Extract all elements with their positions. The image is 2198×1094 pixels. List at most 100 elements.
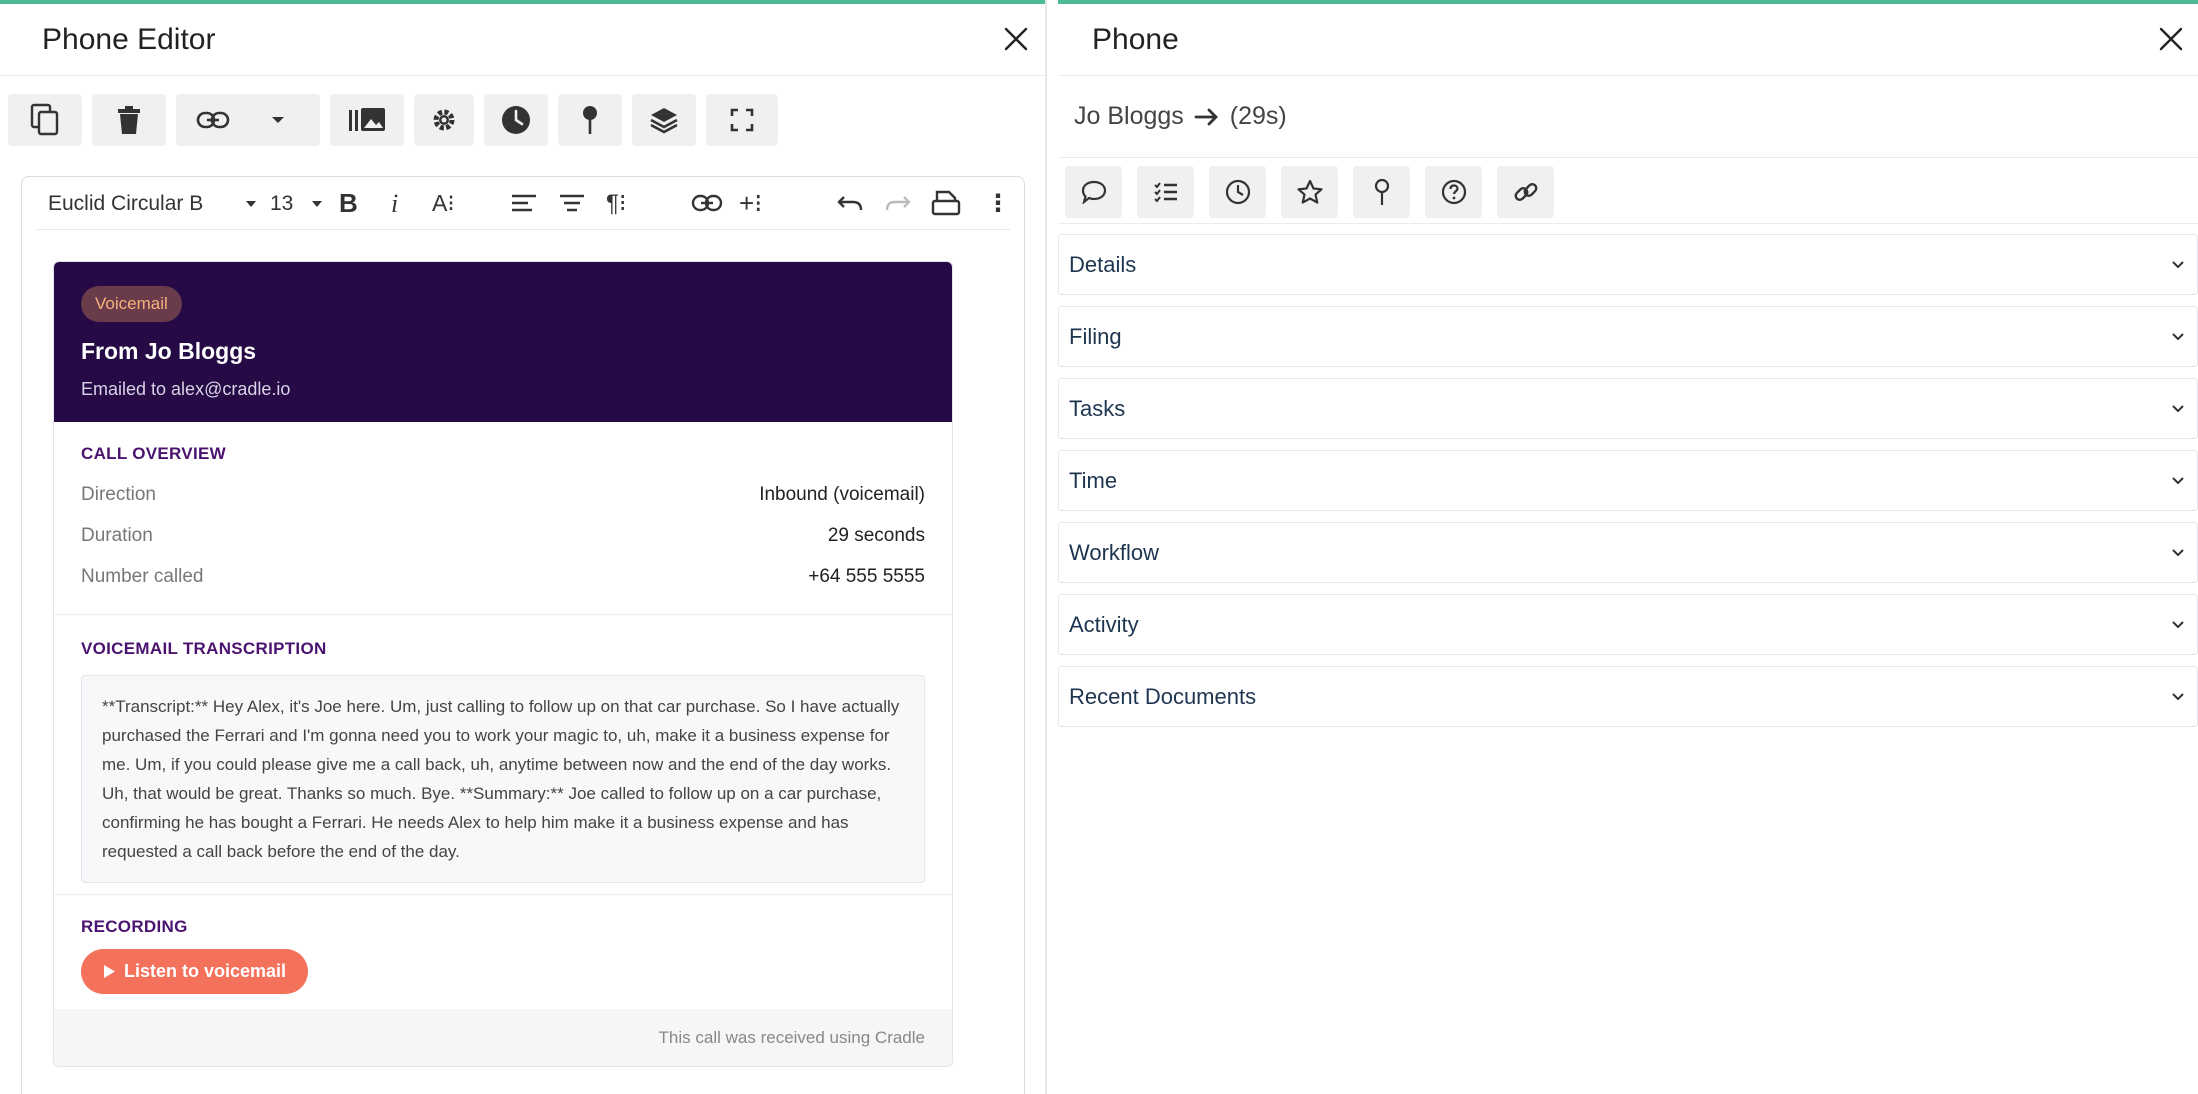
link-button[interactable] xyxy=(176,94,320,146)
bold-button[interactable]: B xyxy=(339,177,358,230)
history-button[interactable] xyxy=(484,94,548,146)
trash-icon xyxy=(118,106,140,134)
section-title: Details xyxy=(1069,251,1137,277)
row-key: Direction xyxy=(81,483,156,505)
link-icon xyxy=(196,111,230,129)
copy-button[interactable] xyxy=(8,94,82,146)
phone-sections: Details Filing Tasks Time Workflow Activ… xyxy=(1058,234,2198,727)
align-left-icon[interactable] xyxy=(510,191,538,215)
font-family-select[interactable]: Euclid Circular B xyxy=(48,177,203,230)
layers-icon xyxy=(650,108,678,134)
phone-editor-header: Phone Editor xyxy=(0,4,1045,76)
tasks-button[interactable] xyxy=(1137,166,1194,218)
section-filing[interactable]: Filing xyxy=(1058,306,2198,367)
close-editor-button[interactable] xyxy=(999,22,1033,56)
transcription-label: VOICEMAIL TRANSCRIPTION xyxy=(81,639,327,658)
link-button[interactable] xyxy=(1497,166,1554,218)
call-overview-section: CALL OVERVIEW Direction Inbound (voicema… xyxy=(54,422,952,615)
format-toolbar: Euclid Circular B 13 B i A⁝ ¶⁝ +⁝ ⋮ xyxy=(36,177,1010,230)
copy-icon xyxy=(30,103,59,136)
play-icon xyxy=(104,965,115,978)
insert-button[interactable]: +⁝ xyxy=(739,177,762,230)
voicemail-email-preview: Voicemail From Jo Bloggs Emailed to alex… xyxy=(53,261,953,1067)
listen-voicemail-label: Listen to voicemail xyxy=(124,961,287,981)
row-key: Duration xyxy=(81,524,153,546)
align-center-icon[interactable] xyxy=(558,191,586,215)
help-icon xyxy=(1441,179,1466,205)
row-value: Inbound (voicemail) xyxy=(759,483,925,505)
gear-icon xyxy=(433,109,455,131)
panel-divider[interactable] xyxy=(1045,0,1058,1094)
pin-icon xyxy=(1374,178,1389,205)
section-recent-documents[interactable]: Recent Documents xyxy=(1058,666,2198,727)
call-summary: Jo Bloggs (29s) xyxy=(1058,76,2198,158)
transcription-section: VOICEMAIL TRANSCRIPTION **Transcript:** … xyxy=(54,615,952,895)
email-header: Voicemail From Jo Bloggs Emailed to alex… xyxy=(54,262,952,422)
redo-icon[interactable] xyxy=(884,193,912,213)
section-title: Tasks xyxy=(1069,395,1126,421)
print-icon[interactable] xyxy=(931,189,961,217)
section-title: Time xyxy=(1069,467,1118,493)
recording-section: RECORDING Listen to voicemail xyxy=(54,895,952,1013)
chevron-down-icon[interactable] xyxy=(311,199,323,209)
link-icon[interactable] xyxy=(691,193,723,213)
font-size-select[interactable]: 13 xyxy=(270,177,293,230)
chevron-down-icon xyxy=(2172,333,2184,341)
phone-actions-bar xyxy=(1058,158,2198,224)
italic-button[interactable]: i xyxy=(391,177,398,230)
section-activity[interactable]: Activity xyxy=(1058,594,2198,655)
phone-header: Phone xyxy=(1058,4,2198,76)
favourite-button[interactable] xyxy=(1281,166,1338,218)
comment-icon xyxy=(1081,180,1106,204)
section-workflow[interactable]: Workflow xyxy=(1058,522,2198,583)
more-options-button[interactable]: ⋮ xyxy=(986,177,1010,230)
delete-button[interactable] xyxy=(92,94,166,146)
library-icon xyxy=(349,108,385,131)
email-subtitle: Emailed to alex@cradle.io xyxy=(81,379,291,399)
recording-label: RECORDING xyxy=(81,917,188,936)
transcript-text: **Transcript:** Hey Alex, it's Joe here.… xyxy=(81,675,925,883)
clock-icon xyxy=(502,106,530,134)
close-phone-button[interactable] xyxy=(2154,22,2188,56)
pin-button[interactable] xyxy=(558,94,622,146)
row-value: +64 555 5555 xyxy=(808,565,925,587)
fullscreen-button[interactable] xyxy=(706,94,778,146)
row-value: 29 seconds xyxy=(827,524,925,546)
time-button[interactable] xyxy=(1209,166,1266,218)
comment-button[interactable] xyxy=(1065,166,1122,218)
section-details[interactable]: Details xyxy=(1058,234,2198,295)
caller-name: Jo Bloggs xyxy=(1074,102,1184,130)
chevron-down-icon[interactable] xyxy=(245,199,257,209)
chevron-down-icon xyxy=(2172,621,2184,629)
phone-editor-panel: Phone Editor Euclid Circular B 13 B i A⁝… xyxy=(0,0,1045,1094)
help-button[interactable] xyxy=(1425,166,1482,218)
text-style-button[interactable]: A⁝ xyxy=(432,177,455,230)
pin-icon xyxy=(583,106,597,134)
call-overview-label: CALL OVERVIEW xyxy=(81,444,226,463)
section-time[interactable]: Time xyxy=(1058,450,2198,511)
fullscreen-icon xyxy=(730,108,754,132)
listen-voicemail-button[interactable]: Listen to voicemail xyxy=(81,949,309,994)
call-duration: (29s) xyxy=(1229,102,1287,130)
undo-icon[interactable] xyxy=(836,193,864,213)
chevron-down-icon xyxy=(2172,261,2184,269)
settings-button[interactable] xyxy=(414,94,474,146)
pin-button[interactable] xyxy=(1353,166,1410,218)
section-title: Recent Documents xyxy=(1069,683,1257,709)
chevron-down-icon[interactable] xyxy=(271,115,285,125)
chevron-down-icon xyxy=(2172,549,2184,557)
email-footer: This call was received using Cradle xyxy=(54,1009,952,1066)
section-tasks[interactable]: Tasks xyxy=(1058,378,2198,439)
star-icon xyxy=(1296,179,1323,204)
row-key: Number called xyxy=(81,565,204,587)
paragraph-button[interactable]: ¶⁝ xyxy=(606,177,627,230)
close-icon xyxy=(2159,27,2183,51)
library-button[interactable] xyxy=(330,94,404,146)
voicemail-badge: Voicemail xyxy=(81,286,182,322)
overview-row: Number called +64 555 5555 xyxy=(81,556,925,597)
panel-title: Phone Editor xyxy=(42,22,216,56)
chevron-down-icon xyxy=(2172,693,2184,701)
rich-text-editor: Euclid Circular B 13 B i A⁝ ¶⁝ +⁝ ⋮ Voic… xyxy=(21,176,1025,1094)
section-title: Filing xyxy=(1069,323,1122,349)
layers-button[interactable] xyxy=(632,94,696,146)
